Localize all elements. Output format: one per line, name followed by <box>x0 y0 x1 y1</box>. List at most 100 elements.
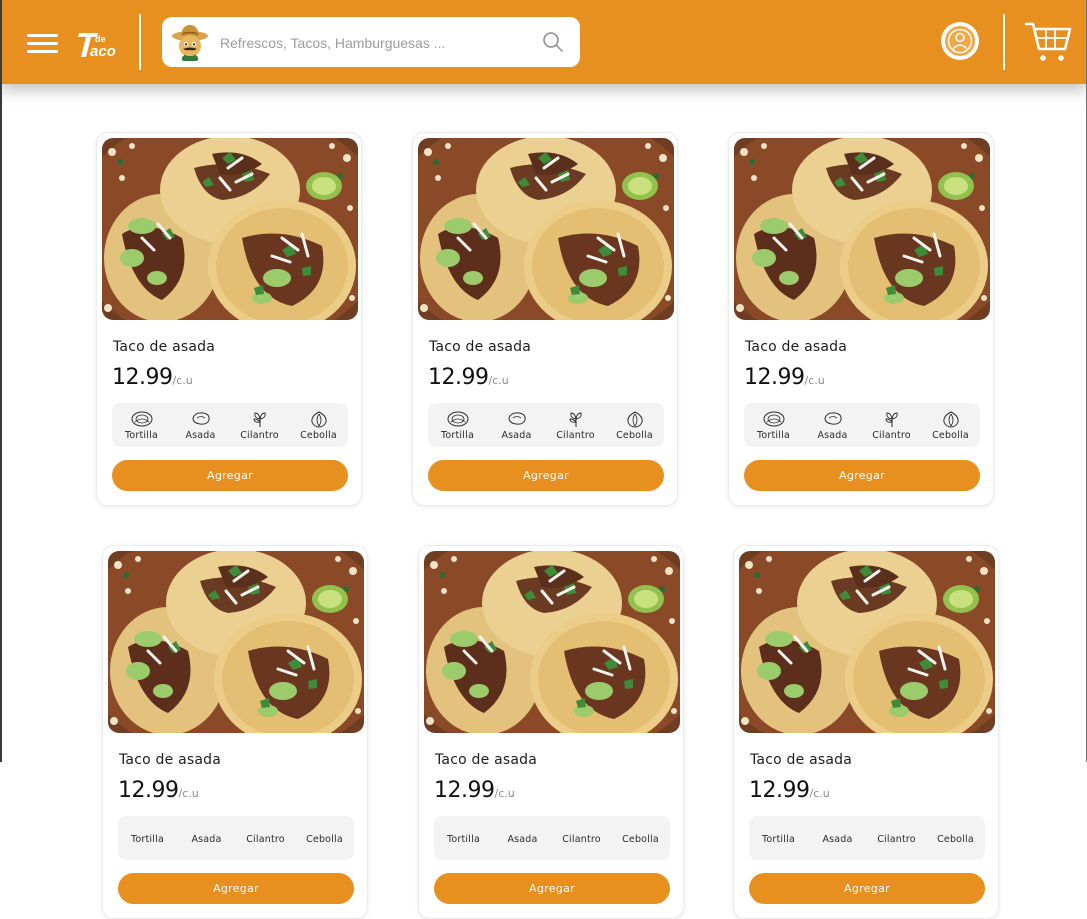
ingredient-label: Asada <box>822 833 853 845</box>
product-image[interactable] <box>102 138 358 320</box>
ingredient-label: Cebolla <box>300 429 337 441</box>
price-unit: /c.u <box>809 787 830 800</box>
ingredient-label: Asada <box>817 429 848 441</box>
add-to-cart-button[interactable]: Agregar <box>744 460 980 491</box>
product-price: 12.99/c.u <box>112 365 193 390</box>
header-divider <box>139 14 141 70</box>
ingredient-asada: Asada <box>495 832 551 845</box>
brand-logo[interactable]: de aco <box>76 26 120 60</box>
ingredient-label: Cilantro <box>872 429 911 441</box>
ingredient-asada: Asada <box>810 832 866 845</box>
ingredient-cebolla: Cebolla <box>607 410 663 441</box>
price-value: 12.99 <box>428 365 489 390</box>
product-price: 12.99/c.u <box>749 778 830 803</box>
cilantro-icon <box>253 412 266 427</box>
product-name: Taco de asada <box>429 339 531 355</box>
ingredient-tortilla: Tortilla <box>114 410 170 441</box>
product-name: Taco de asada <box>113 339 215 355</box>
steak-icon <box>191 411 210 425</box>
add-to-cart-button[interactable]: Agregar <box>749 873 985 904</box>
top-header: de aco <box>0 0 1087 84</box>
ingredient-list: Tortilla Asada Cilantro Cebolla <box>749 816 985 860</box>
price-value: 12.99 <box>749 778 810 803</box>
product-name: Taco de asada <box>119 752 221 768</box>
price-value: 12.99 <box>118 778 179 803</box>
ingredient-cebolla: Cebolla <box>928 832 984 845</box>
price-unit: /c.u <box>804 374 825 387</box>
ingredient-label: Cilantro <box>877 833 916 845</box>
ingredient-label: Tortilla <box>131 833 164 845</box>
add-to-cart-button[interactable]: Agregar <box>428 460 664 491</box>
tortilla-icon <box>131 411 152 426</box>
ingredient-cilantro: Cilantro <box>238 832 294 845</box>
tortilla-icon <box>763 411 784 426</box>
add-to-cart-button[interactable]: Agregar <box>118 873 354 904</box>
product-image[interactable] <box>108 551 364 733</box>
shopping-cart-icon[interactable] <box>1024 18 1074 64</box>
ingredient-tortilla: Tortilla <box>746 410 802 441</box>
ingredient-label: Tortilla <box>441 429 474 441</box>
ingredient-tortilla: Tortilla <box>751 832 807 845</box>
product-image[interactable] <box>424 551 680 733</box>
product-name: Taco de asada <box>745 339 847 355</box>
product-card: Taco de asada 12.99/c.u Tortilla Asada C… <box>412 132 678 506</box>
product-image[interactable] <box>418 138 674 320</box>
ingredient-label: Cebolla <box>616 429 653 441</box>
ingredient-cebolla: Cebolla <box>613 832 669 845</box>
search-bar[interactable] <box>162 17 580 67</box>
onion-icon <box>310 410 327 428</box>
product-name: Taco de asada <box>750 752 852 768</box>
ingredient-label: Asada <box>507 833 538 845</box>
onion-icon <box>626 410 643 428</box>
add-to-cart-button[interactable]: Agregar <box>112 460 348 491</box>
ingredient-list: Tortilla Asada Cilantro Cebolla <box>428 403 664 447</box>
ingredient-asada: Asada <box>173 410 229 441</box>
ingredient-label: Cilantro <box>246 833 285 845</box>
ingredient-label: Tortilla <box>762 833 795 845</box>
user-account-button[interactable] <box>941 22 979 60</box>
ingredient-list: Tortilla Asada Cilantro Cebolla <box>112 403 348 447</box>
price-unit: /c.u <box>494 787 515 800</box>
product-card: Taco de asada 12.99/c.u Tortilla Asada C… <box>418 545 684 919</box>
product-image[interactable] <box>739 551 995 733</box>
ingredient-label: Asada <box>501 429 532 441</box>
ingredient-list: Tortilla Asada Cilantro Cebolla <box>744 403 980 447</box>
product-price: 12.99/c.u <box>118 778 199 803</box>
product-price: 12.99/c.u <box>428 365 509 390</box>
svg-text:aco: aco <box>90 43 116 60</box>
product-name: Taco de asada <box>435 752 537 768</box>
ingredient-label: Cilantro <box>240 429 279 441</box>
product-price: 12.99/c.u <box>434 778 515 803</box>
ingredient-tortilla: Tortilla <box>120 832 176 845</box>
ingredient-asada: Asada <box>179 832 235 845</box>
magnifier-icon[interactable] <box>542 31 564 53</box>
hamburger-menu-icon[interactable] <box>27 31 58 55</box>
add-to-cart-button[interactable]: Agregar <box>434 873 670 904</box>
ingredient-label: Cebolla <box>937 833 974 845</box>
steak-icon <box>507 411 526 425</box>
cilantro-icon <box>569 412 582 427</box>
ingredient-label: Tortilla <box>125 429 158 441</box>
price-unit: /c.u <box>488 374 509 387</box>
ingredient-label: Cebolla <box>932 429 969 441</box>
ingredient-asada: Asada <box>805 410 861 441</box>
ingredient-cilantro: Cilantro <box>232 410 288 441</box>
ingredient-cebolla: Cebolla <box>291 410 347 441</box>
price-value: 12.99 <box>112 365 173 390</box>
ingredient-label: Cilantro <box>556 429 595 441</box>
user-account-icon <box>945 26 975 56</box>
ingredient-tortilla: Tortilla <box>430 410 486 441</box>
onion-icon <box>942 410 959 428</box>
search-input[interactable] <box>218 27 534 59</box>
price-value: 12.99 <box>434 778 495 803</box>
ingredient-label: Asada <box>191 833 222 845</box>
ingredient-cilantro: Cilantro <box>554 832 610 845</box>
ingredient-cilantro: Cilantro <box>864 410 920 441</box>
window-left-edge <box>0 0 2 762</box>
product-image[interactable] <box>734 138 990 320</box>
ingredient-list: Tortilla Asada Cilantro Cebolla <box>118 816 354 860</box>
ingredient-tortilla: Tortilla <box>436 832 492 845</box>
product-card: Taco de asada 12.99/c.u Tortilla Asada C… <box>733 545 999 919</box>
ingredient-list: Tortilla Asada Cilantro Cebolla <box>434 816 670 860</box>
product-card: Taco de asada 12.99/c.u Tortilla Asada C… <box>728 132 994 506</box>
